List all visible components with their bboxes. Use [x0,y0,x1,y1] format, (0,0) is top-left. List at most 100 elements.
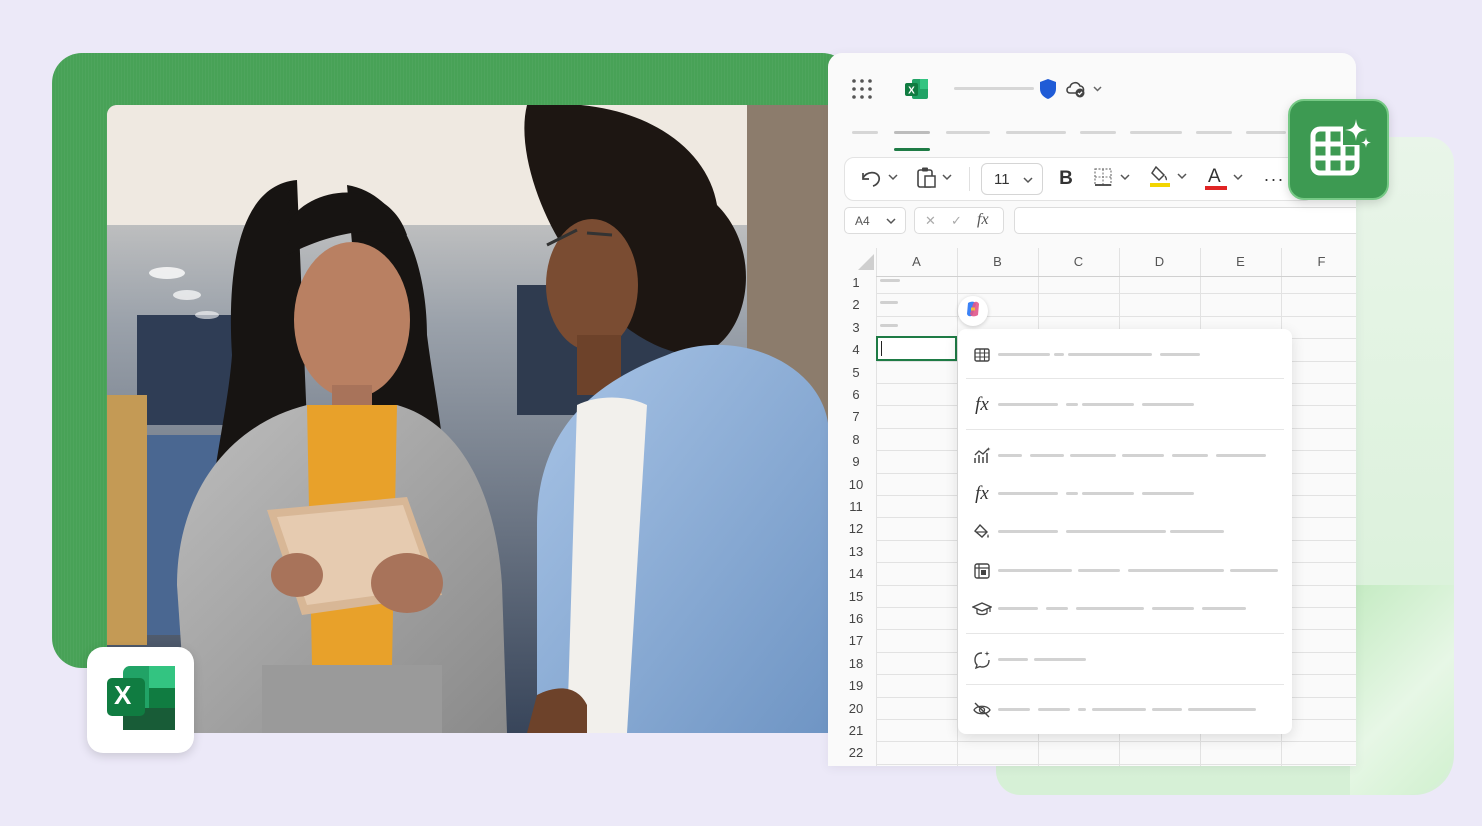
row-header-20[interactable]: 20 [836,698,876,720]
row-header-10[interactable]: 10 [836,474,876,496]
menu-divider [966,378,1284,379]
copilot-menu-item[interactable]: fx [958,476,1292,510]
column-header-c[interactable]: C [1038,248,1119,270]
row-header-5[interactable]: 5 [836,362,876,384]
more-options-button[interactable]: ··· [1259,164,1289,194]
row-header-16[interactable]: 16 [836,608,876,630]
menu-text-placeholder [1122,454,1164,457]
row-header-6[interactable]: 6 [836,384,876,406]
eye-off-icon [970,698,994,722]
function-icon: fx [975,483,989,504]
copilot-button[interactable] [958,296,988,326]
row-header-2[interactable]: 2 [836,294,876,316]
row-header-13[interactable]: 13 [836,541,876,563]
column-header-e[interactable]: E [1200,248,1281,270]
row-header-21[interactable]: 21 [836,720,876,742]
formula-actions: ✕ ✓ fx [914,207,1004,234]
tab-formulas[interactable] [1080,131,1116,134]
paste-button[interactable] [911,164,959,194]
active-tab-indicator [894,148,930,151]
menu-text-placeholder [1066,492,1078,495]
gridline [876,293,1356,295]
tab-data[interactable] [1130,131,1182,134]
cancel-icon[interactable]: ✕ [925,213,936,229]
menu-text-placeholder [1152,607,1194,610]
row-header-8[interactable]: 8 [836,429,876,451]
waffle-icon[interactable] [850,77,874,106]
shield-icon[interactable] [1038,78,1058,105]
column-header-f[interactable]: F [1281,248,1356,270]
row-header-11[interactable]: 11 [836,496,876,518]
row-header-4[interactable]: 4 [836,339,876,361]
confirm-icon[interactable]: ✓ [951,213,962,229]
pivot-table-icon [970,559,994,583]
menu-text-placeholder [1152,708,1182,711]
row-header-19[interactable]: 19 [836,675,876,697]
tab-file[interactable] [852,131,878,134]
copilot-menu-item[interactable] [958,337,1292,371]
name-box[interactable]: A4 [844,207,906,234]
row-header-17[interactable]: 17 [836,630,876,652]
menu-text-placeholder [1142,492,1194,495]
formula-input[interactable] [1014,207,1356,234]
copilot-menu-item[interactable] [958,692,1292,726]
column-header-b[interactable]: B [957,248,1038,270]
row-header-22[interactable]: 22 [836,742,876,764]
column-header-a[interactable]: A [876,248,957,270]
row-header-15[interactable]: 15 [836,586,876,608]
row-header-18[interactable]: 18 [836,653,876,675]
row-header-3[interactable]: 3 [836,317,876,339]
menu-text-placeholder [1128,569,1218,572]
undo-button[interactable] [855,164,903,194]
menu-text-placeholder [998,353,1050,356]
tab-home[interactable] [894,131,930,134]
font-color-button[interactable]: A [1201,164,1251,194]
hero-photo [107,105,829,733]
copilot-menu-item[interactable] [958,553,1292,587]
menu-text-placeholder [1066,403,1078,406]
menu-text-placeholder [998,403,1058,406]
font-size-value: 11 [994,170,1010,188]
tab-page-layout[interactable] [1006,131,1066,134]
copilot-menu-item[interactable] [958,642,1292,676]
cell-content-placeholder [880,279,900,282]
menu-text-placeholder [1230,569,1278,572]
bold-button[interactable]: B [1053,164,1079,194]
menu-text-placeholder [1078,569,1120,572]
chevron-down-icon [1022,173,1034,190]
document-title-placeholder [954,87,1034,90]
gridline [876,763,1356,765]
borders-button[interactable] [1087,164,1137,194]
cloud-sync-icon[interactable] [1065,78,1105,105]
tab-review[interactable] [1196,131,1232,134]
menu-text-placeholder [1066,530,1166,533]
copilot-menu-item[interactable]: fx [958,387,1292,421]
table-icon [970,343,994,367]
excel-icon: X [904,77,930,106]
row-header-9[interactable]: 9 [836,451,876,473]
font-size-select[interactable]: 11 [981,163,1043,195]
copilot-menu-item[interactable] [958,514,1292,548]
row-header-7[interactable]: 7 [836,406,876,428]
row-header-1[interactable]: 1 [836,272,876,294]
chart-insights-icon [970,444,994,468]
font-color-icon: A [1203,166,1249,192]
menu-text-placeholder [1078,708,1086,711]
gridline [876,276,1356,277]
active-cell[interactable] [876,336,957,362]
gridline [876,315,1356,317]
column-header-d[interactable]: D [1119,248,1200,270]
menu-text-placeholder [1070,454,1116,457]
fill-color-button[interactable] [1145,164,1195,194]
menu-text-placeholder [998,492,1058,495]
row-header-14[interactable]: 14 [836,563,876,585]
svg-text:X: X [908,86,915,97]
tab-insert[interactable] [946,131,990,134]
row-header-12[interactable]: 12 [836,518,876,540]
copilot-menu-item[interactable] [958,591,1292,625]
insert-function-button[interactable]: fx [977,211,989,229]
tab-view[interactable] [1246,131,1286,134]
formula-bar: A4 ✕ ✓ fx [844,207,1356,235]
copilot-menu-item[interactable] [958,438,1292,472]
function-icon: fx [975,394,989,415]
